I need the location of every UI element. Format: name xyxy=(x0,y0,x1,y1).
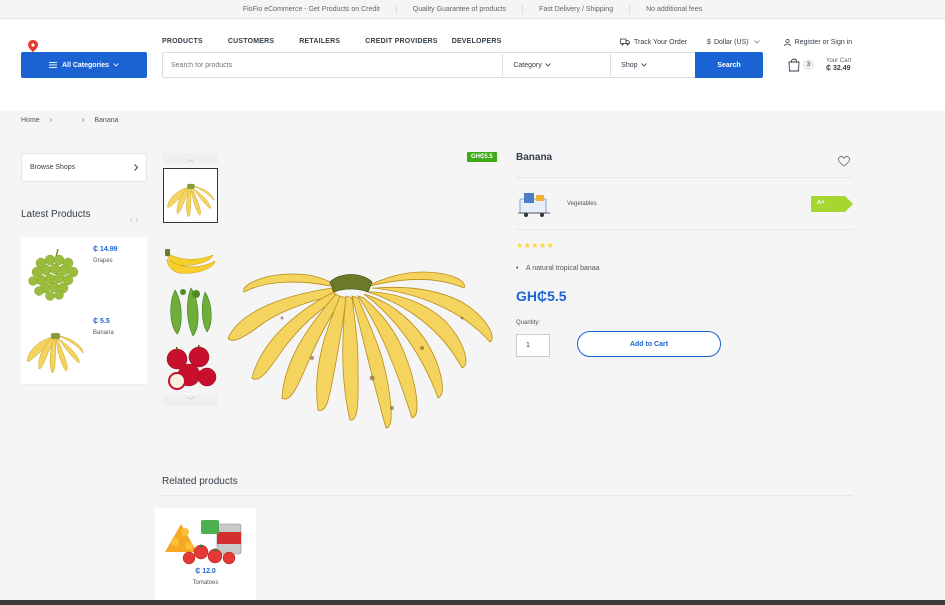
chevron-down-icon xyxy=(640,63,647,67)
related-product-name: Tomatoes xyxy=(192,580,219,586)
topbar-item: Fast Delivery / Shipping xyxy=(523,4,631,14)
top-info-bar: FioFio eCommerce - Get Products on Credi… xyxy=(0,0,945,19)
currency-label: Dollar (US) xyxy=(713,38,749,46)
category-select-label: Category xyxy=(513,61,542,69)
currency-selector[interactable]: $ Dollar (US) xyxy=(707,39,764,46)
topbar-item: Quality Guarantee of products xyxy=(397,4,524,14)
cart-count-badge: 3 xyxy=(803,59,814,70)
rating-stars: ★★★★★ xyxy=(516,241,555,250)
nav-products[interactable]: PRODUCTS xyxy=(162,38,203,45)
latest-product-price: ₵ 14.99 xyxy=(93,246,118,253)
nav-retailers[interactable]: RETAILERS xyxy=(299,38,340,45)
cart-total: ₵ 32.49 xyxy=(826,65,851,72)
apples-thumbnail-image xyxy=(166,345,217,390)
product-title: Banana xyxy=(516,152,553,163)
breadcrumb: Home › › Banana xyxy=(21,117,129,124)
chevron-right-icon xyxy=(134,164,138,171)
thumbnail-apples[interactable] xyxy=(163,339,218,394)
chevron-down-icon xyxy=(113,63,119,67)
user-icon xyxy=(783,38,791,46)
browse-shops-button[interactable]: Browse Shops xyxy=(21,153,147,182)
search-button[interactable]: Search xyxy=(695,52,763,78)
search-bar: Category Shop xyxy=(162,52,695,78)
latest-products-title: Latest Products xyxy=(21,209,91,220)
nav-developers[interactable]: DEVELOPERS xyxy=(452,38,502,45)
brand-logo-icon xyxy=(518,193,550,217)
breadcrumb-separator: › xyxy=(82,117,85,124)
account-label: Register or Sign in xyxy=(794,38,853,46)
nav-credit-providers[interactable]: CREDIT PROVIDERS xyxy=(365,38,437,45)
banana-image xyxy=(26,333,84,374)
all-categories-label: All Categories xyxy=(61,61,110,69)
thumbnail-banana-active[interactable] xyxy=(163,168,218,223)
bullet-point: • xyxy=(516,265,519,272)
account-link[interactable]: Register or Sign in xyxy=(783,38,853,46)
quantity-input[interactable]: 1 xyxy=(516,334,550,357)
main-product-image[interactable] xyxy=(222,258,497,438)
product-category[interactable]: Vegetables xyxy=(567,201,597,207)
breadcrumb-current: Banana xyxy=(94,117,119,124)
thumbnail-banana-alt[interactable] xyxy=(163,231,218,286)
shop-select-label: Shop xyxy=(621,61,638,69)
topbar-item: No additional fees xyxy=(646,5,703,13)
truck-icon xyxy=(620,38,630,46)
shopping-bag-icon xyxy=(788,58,800,71)
add-to-cart-button[interactable]: Add to Cart xyxy=(577,331,721,357)
chevron-down-icon xyxy=(753,40,760,44)
browser-bottom-bar xyxy=(0,600,945,605)
currency-symbol: $ xyxy=(707,38,711,46)
banana-thumbnail-image xyxy=(167,183,214,218)
divider xyxy=(162,495,853,496)
latest-product-price: ₵ 5.5 xyxy=(93,318,110,325)
product-description: • A natural tropical banaa xyxy=(516,265,600,272)
latest-product-name: Grapes xyxy=(93,258,113,264)
all-categories-button[interactable]: All Categories xyxy=(21,52,147,78)
thumbnail-scroll-down-button[interactable]: ﹀ xyxy=(163,395,218,406)
latest-product-name: Banana xyxy=(93,330,114,336)
topbar-item: FioFio eCommerce - Get Products on Credi… xyxy=(227,4,397,14)
product-price: GH₵5.5 xyxy=(516,288,567,304)
header-actions: Track Your Order $ Dollar (US) Register … xyxy=(620,38,872,46)
shop-select[interactable]: Shop xyxy=(610,54,695,76)
grade-label: A+ xyxy=(817,200,825,206)
quantity-label: Quantity: xyxy=(516,320,541,326)
cart-widget[interactable]: 3 Your Cart ₵ 32.49 xyxy=(788,57,851,72)
thumbnail-bitter-gourd[interactable] xyxy=(163,284,218,339)
divider xyxy=(516,229,853,230)
description-text: A natural tropical banaa xyxy=(526,265,600,272)
main-nav: PRODUCTS CUSTOMERS RETAILERS CREDIT PROV… xyxy=(162,38,527,45)
related-product-card[interactable]: ₵ 12.0 Tomatoes xyxy=(155,508,256,600)
tomatoes-image xyxy=(165,520,242,565)
category-select[interactable]: Category xyxy=(502,54,610,76)
divider xyxy=(516,177,853,178)
latest-product-card[interactable]: ₵ 14.99 Grapes xyxy=(21,237,147,313)
logo-icon[interactable] xyxy=(28,40,38,52)
breadcrumb-separator: › xyxy=(49,117,53,124)
menu-icon xyxy=(48,62,57,68)
track-order-label: Track Your Order xyxy=(634,38,688,46)
latest-carousel-arrows[interactable]: ‹ › xyxy=(130,214,139,224)
bitter-gourd-thumbnail-image xyxy=(170,287,212,337)
browse-shops-label: Browse Shops xyxy=(30,164,76,171)
heart-icon[interactable] xyxy=(838,156,850,167)
grapes-image xyxy=(28,248,79,301)
track-order-link[interactable]: Track Your Order xyxy=(620,38,687,46)
related-product-price: ₵ 12.0 xyxy=(195,568,216,575)
grade-badge: A+ xyxy=(811,196,853,212)
sale-price-tag: GH₵5.5 xyxy=(467,152,497,162)
cart-label: Your Cart xyxy=(826,58,852,64)
breadcrumb-home[interactable]: Home xyxy=(21,117,40,124)
product-thumbnails: ︿ ﹀ xyxy=(163,153,218,406)
chevron-down-icon xyxy=(544,63,551,67)
thumbnail-scroll-up-button[interactable]: ︿ xyxy=(163,153,218,164)
related-products-title: Related products xyxy=(162,476,238,487)
banana-bunch-thumbnail-image xyxy=(165,249,216,274)
latest-product-card[interactable]: ₵ 5.5 Banana xyxy=(21,309,147,385)
search-input[interactable] xyxy=(163,53,503,77)
nav-customers[interactable]: CUSTOMERS xyxy=(228,38,274,45)
